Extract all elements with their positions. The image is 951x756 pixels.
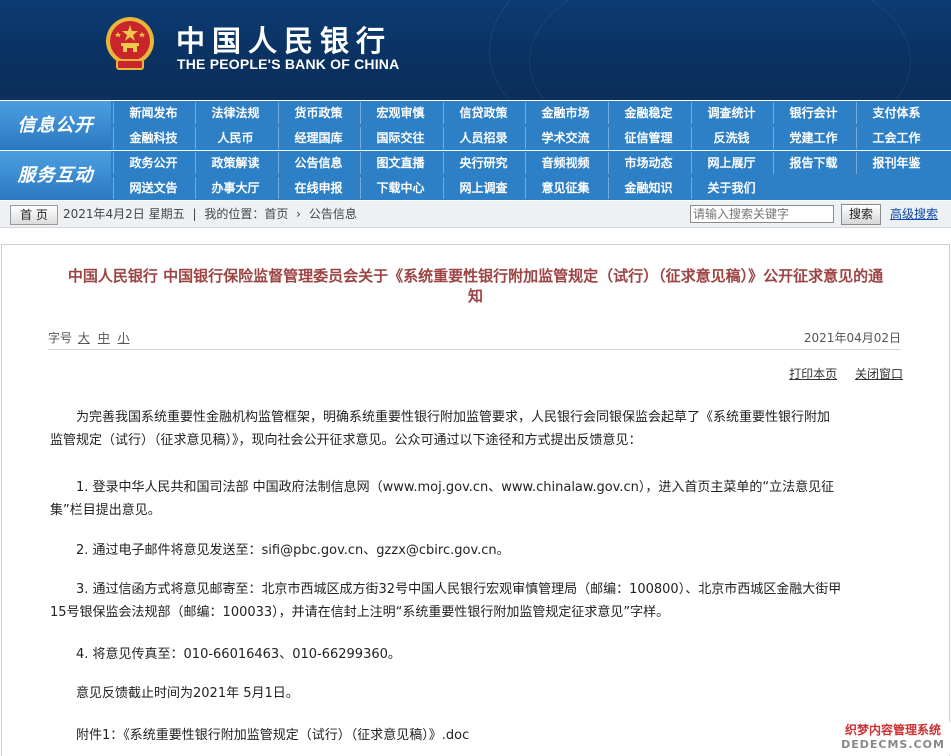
- nav-item-treasury[interactable]: 经理国库: [278, 127, 358, 149]
- close-window-link[interactable]: 关闭窗口: [855, 367, 903, 381]
- paragraph: 4. 将意见传真至：010-66016463、010-66299360。: [76, 643, 906, 666]
- nav-item-macroprudential[interactable]: 宏观审慎: [360, 102, 440, 124]
- nav-item-fintech[interactable]: 金融科技: [113, 127, 193, 149]
- watermark: 织梦内容管理系统 DEDECMS.COM: [835, 722, 951, 755]
- nav-item-international[interactable]: 国际交往: [360, 127, 440, 149]
- article-title-line: 知: [467, 287, 483, 305]
- divider: [48, 349, 901, 350]
- nav-section-label: 信息公开: [0, 101, 111, 150]
- nav-item-news[interactable]: 新闻发布: [113, 102, 193, 124]
- article-meta: 字号 大 中 小 2021年04月02日: [48, 329, 901, 346]
- paragraph: 1. 登录中华人民共和国司法部 中国政府法制信息网（www.moj.gov.cn…: [50, 476, 906, 522]
- paragraph: 3. 通过信函方式将意见邮寄至：北京市西城区成方街32号中国人民银行宏观审慎管理…: [50, 578, 906, 624]
- nav-item-laws[interactable]: 法律法规: [195, 102, 275, 124]
- nav-item-opinion-collection[interactable]: 意见征集: [525, 177, 605, 199]
- nav-item-statistics[interactable]: 调查统计: [691, 102, 771, 124]
- paragraph: 2. 通过电子邮件将意见发送至：sifi@pbc.gov.cn、gzzx@cbi…: [76, 539, 906, 562]
- font-size-selector: 字号 大 中 小: [48, 331, 132, 345]
- home-button[interactable]: 首 页: [10, 205, 58, 225]
- paragraph-line: 意见反馈截止时间为2021年 5月1日。: [76, 686, 299, 701]
- nav-item-audio-video[interactable]: 音频视频: [525, 152, 605, 174]
- font-size-medium[interactable]: 中: [98, 331, 110, 345]
- search-input[interactable]: [690, 205, 834, 223]
- nav-item-rmb[interactable]: 人民币: [195, 127, 275, 149]
- paragraph-line: 15号银保监会法规部（邮编：100033），并请在信封上注明“系统重要性银行附加…: [50, 605, 670, 620]
- nav-grid: 政务公开 政策解读 公告信息 图文直播 央行研究 音频视频 市场动态 网上展厅 …: [113, 151, 951, 200]
- paragraph-line: 4. 将意见传真至：010-66016463、010-66299360。: [76, 647, 401, 662]
- nav-item-online-exhibition[interactable]: 网上展厅: [691, 152, 771, 174]
- nav-item-service-hall[interactable]: 办事大厅: [195, 177, 275, 199]
- font-size-label: 字号: [48, 331, 73, 345]
- attachment-link[interactable]: 附件1：《系统重要性银行附加监管规定（试行）（征求意见稿）》.doc: [76, 724, 906, 747]
- nav-item-documents[interactable]: 网送文告: [113, 177, 193, 199]
- article: 中国人民银行 中国银行保险监督管理委员会关于《系统重要性银行附加监管规定（试行）…: [1, 244, 950, 756]
- location-label[interactable]: 我的位置：首页: [204, 207, 288, 221]
- chevron-right-icon: ›: [296, 207, 301, 221]
- nav-item-gov-affairs[interactable]: 政务公开: [113, 152, 193, 174]
- article-title: 中国人民银行 中国银行保险监督管理委员会关于《系统重要性银行附加监管规定（试行）…: [2, 266, 949, 306]
- separator: |: [192, 207, 197, 221]
- site-title-cn: 中国人民银行: [176, 24, 393, 58]
- nav-item-report-download[interactable]: 报告下载: [773, 152, 853, 174]
- site-header: 中国人民银行 THE PEOPLE'S BANK OF CHINA: [0, 0, 951, 100]
- nav-section-service: 服务互动 政务公开 政策解读 公告信息 图文直播 央行研究 音频视频 市场动态 …: [0, 151, 951, 200]
- current-date: 2021年4月2日 星期五: [63, 207, 185, 221]
- nav-item-financial-knowledge[interactable]: 金融知识: [608, 177, 688, 199]
- print-link[interactable]: 打印本页: [789, 367, 837, 381]
- nav-item-payment-system[interactable]: 支付体系: [856, 102, 936, 124]
- nav-item-party-building[interactable]: 党建工作: [773, 127, 853, 149]
- nav-item-research[interactable]: 央行研究: [443, 152, 523, 174]
- attachment[interactable]: 附件1：《系统重要性银行附加监管规定（试行）（征求意见稿）》.doc: [76, 724, 906, 747]
- nav-item-monetary-policy[interactable]: 货币政策: [278, 102, 358, 124]
- nav-item-union[interactable]: 工会工作: [856, 127, 936, 149]
- paragraph: 为完善我国系统重要性金融机构监管框架，明确系统重要性银行附加监管要求，人民银行会…: [50, 406, 906, 452]
- paragraph-line: 为完善我国系统重要性金融机构监管框架，明确系统重要性银行附加监管要求，人民银行会…: [76, 410, 831, 425]
- nav-item-about-us[interactable]: 关于我们: [691, 177, 771, 199]
- article-tools: 打印本页 关闭窗口: [775, 365, 903, 382]
- nav-item-recruitment[interactable]: 人员招录: [443, 127, 523, 149]
- paragraph-line: 3. 通过信函方式将意见邮寄至：北京市西城区成方街32号中国人民银行宏观审慎管理…: [76, 582, 842, 597]
- watermark-text: DEDECMS.COM: [841, 738, 945, 751]
- nav-grid: 新闻发布 法律法规 货币政策 宏观审慎 信贷政策 金融市场 金融稳定 调查统计 …: [113, 101, 951, 150]
- nav-item-credit-reference[interactable]: 征信管理: [608, 127, 688, 149]
- paragraph-line: 1. 登录中华人民共和国司法部 中国政府法制信息网（www.moj.gov.cn…: [76, 480, 835, 495]
- font-size-large[interactable]: 大: [78, 331, 90, 345]
- breadcrumb-current[interactable]: 公告信息: [309, 207, 357, 221]
- breadcrumb-text: 2021年4月2日 星期五 | 我的位置：首页 › 公告信息: [63, 201, 361, 227]
- nav-item-live[interactable]: 图文直播: [360, 152, 440, 174]
- article-title-line: 中国人民银行 中国银行保险监督管理委员会关于《系统重要性银行附加监管规定（试行）…: [67, 267, 884, 285]
- paragraph-line: 监管规定（试行）（征求意见稿）》，现向社会公开征求意见。公众可通过以下途径和方式…: [50, 433, 642, 448]
- nav-section-info: 信息公开 新闻发布 法律法规 货币政策 宏观审慎 信贷政策 金融市场 金融稳定 …: [0, 101, 951, 150]
- nav-item-download-center[interactable]: 下载中心: [360, 177, 440, 199]
- article-date: 2021年04月02日: [803, 331, 901, 345]
- paragraph-line: 2. 通过电子邮件将意见发送至：sifi@pbc.gov.cn、gzzx@cbi…: [76, 543, 510, 558]
- watermark-text: 织梦内容管理系统: [844, 723, 941, 737]
- search-button[interactable]: 搜索: [841, 204, 881, 225]
- nav-section-label: 服务互动: [0, 151, 111, 200]
- nav-item-financial-stability[interactable]: 金融稳定: [608, 102, 688, 124]
- nav-item-credit-policy[interactable]: 信贷政策: [443, 102, 523, 124]
- advanced-search-link[interactable]: 高级搜索: [890, 201, 938, 227]
- nav-item-bank-accounting[interactable]: 银行会计: [773, 102, 853, 124]
- nav-item-announcements[interactable]: 公告信息: [278, 152, 358, 174]
- paragraph: 意见反馈截止时间为2021年 5月1日。: [76, 682, 906, 705]
- font-size-small[interactable]: 小: [118, 331, 130, 345]
- header-decoration: [529, 0, 911, 100]
- nav-item-academic[interactable]: 学术交流: [525, 127, 605, 149]
- nav-item-policy-interpretation[interactable]: 政策解读: [195, 152, 275, 174]
- site-title-en: THE PEOPLE'S BANK OF CHINA: [177, 56, 400, 72]
- nav-item-online-filing[interactable]: 在线申报: [278, 177, 358, 199]
- nav-item-yearbooks[interactable]: 报刊年鉴: [856, 152, 936, 174]
- national-emblem-icon: [106, 17, 154, 70]
- nav-item-market-news[interactable]: 市场动态: [608, 152, 688, 174]
- paragraph-line: 集”栏目提出意见。: [50, 503, 161, 518]
- breadcrumb: 首 页 2021年4月2日 星期五 | 我的位置：首页 › 公告信息 搜索 高级…: [0, 201, 951, 228]
- nav-item-anti-money-laundering[interactable]: 反洗钱: [691, 127, 771, 149]
- nav-item-online-survey[interactable]: 网上调查: [443, 177, 523, 199]
- nav-item-financial-market[interactable]: 金融市场: [525, 102, 605, 124]
